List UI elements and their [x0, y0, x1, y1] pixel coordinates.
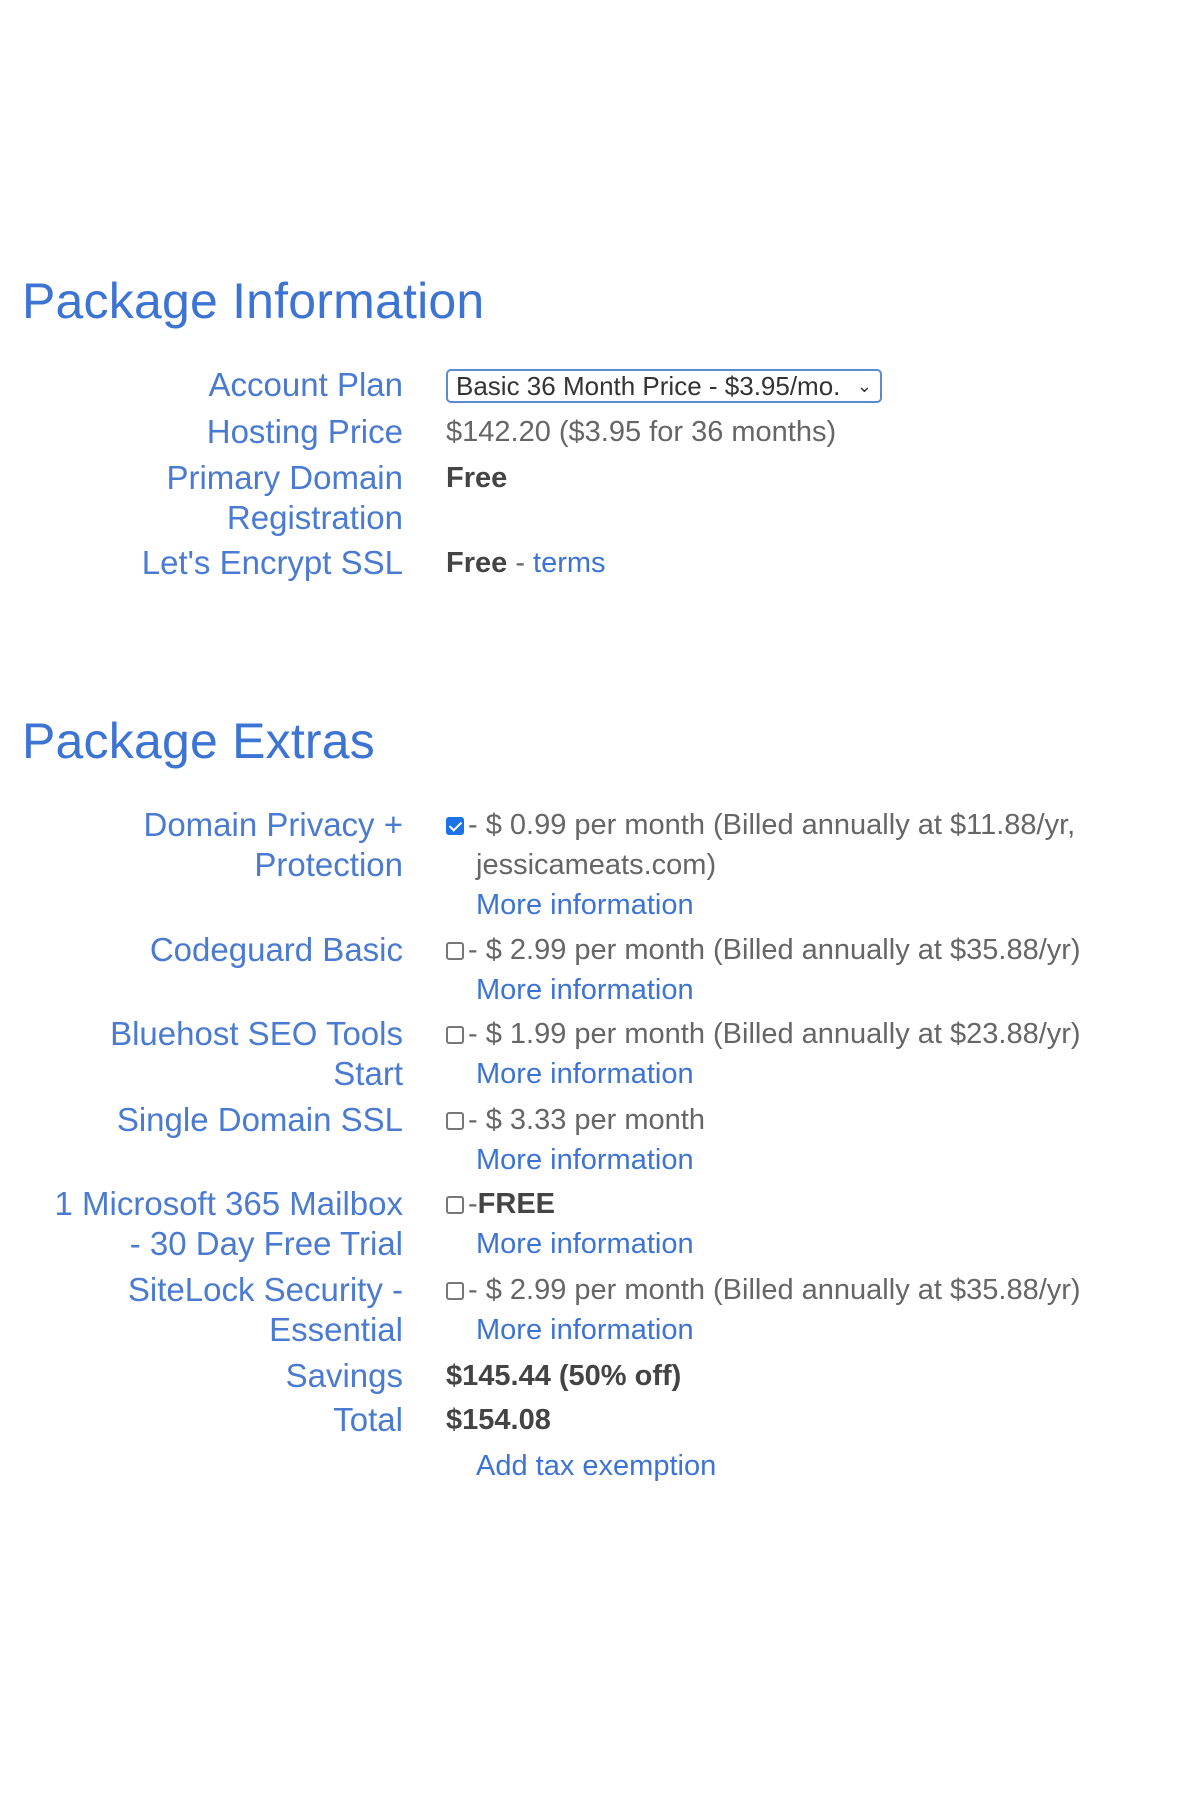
chevron-down-icon: ⌄ [856, 376, 872, 396]
seo-tools-more-link[interactable]: More information [476, 1058, 694, 1090]
extra-domain-privacy: - $ 0.99 per month (Billed annually at $… [446, 805, 1075, 845]
savings-value: $145.44 (50% off) [446, 1360, 682, 1392]
ssl-value-row: Free - terms [446, 543, 606, 583]
primary-domain-label-1: Primary Domain [166, 459, 403, 496]
domain-privacy-more-link[interactable]: More information [476, 889, 694, 921]
total-value: $154.08 [446, 1404, 551, 1436]
extra-codeguard: - $ 2.99 per month (Billed annually at $… [446, 930, 1081, 970]
codeguard-checkbox[interactable] [446, 942, 464, 960]
extra-label-m365-1: 1 Microsoft 365 Mailbox [54, 1185, 403, 1222]
extra-label-seo-tools-2: Start [333, 1055, 403, 1092]
account-plan-selected: Basic 36 Month Price - $3.95/mo. [456, 371, 841, 401]
extra-label-seo-tools-1: Bluehost SEO Tools [110, 1015, 403, 1052]
extra-label-single-ssl: Single Domain SSL [116, 1101, 403, 1138]
sitelock-more-link[interactable]: More information [476, 1314, 694, 1346]
package-extras-heading: Package Extras [22, 713, 375, 769]
package-information-heading: Package Information [22, 273, 485, 329]
add-tax-exemption-link[interactable]: Add tax exemption [476, 1450, 716, 1482]
single-ssl-checkbox[interactable] [446, 1112, 464, 1130]
extra-label-domain-privacy-1: Domain Privacy + [143, 806, 403, 843]
savings-label: Savings [285, 1357, 403, 1394]
codeguard-price: - $ 2.99 per month (Billed annually at $… [468, 934, 1081, 966]
single-ssl-price: - $ 3.33 per month [468, 1104, 705, 1136]
ssl-terms-link[interactable]: terms [533, 547, 606, 579]
m365-checkbox[interactable] [446, 1196, 464, 1214]
extra-m365: -FREE [446, 1184, 555, 1224]
primary-domain-label-2: Registration [226, 499, 403, 536]
domain-privacy-price: - $ 0.99 per month (Billed annually at $… [468, 809, 1076, 841]
domain-privacy-checkbox[interactable] [446, 817, 464, 835]
single-ssl-more-link[interactable]: More information [476, 1144, 694, 1176]
total-label: Total [333, 1401, 403, 1438]
seo-tools-price: - $ 1.99 per month (Billed annually at $… [468, 1018, 1081, 1050]
hosting-price-value: $142.20 ($3.95 for 36 months) [446, 416, 837, 448]
extra-label-codeguard: Codeguard Basic [149, 931, 403, 968]
codeguard-more-link[interactable]: More information [476, 974, 694, 1006]
sitelock-checkbox[interactable] [446, 1282, 464, 1300]
extra-label-m365-2: - 30 Day Free Trial [129, 1225, 403, 1262]
account-plan-label: Account Plan [208, 366, 403, 403]
sitelock-price: - $ 2.99 per month (Billed annually at $… [468, 1274, 1081, 1306]
ssl-separator: - [507, 547, 534, 579]
seo-tools-checkbox[interactable] [446, 1026, 464, 1044]
extra-label-sitelock-1: SiteLock Security - [127, 1271, 403, 1308]
m365-more-link[interactable]: More information [476, 1228, 694, 1260]
m365-price-prefix: - [468, 1188, 478, 1220]
ssl-label: Let's Encrypt SSL [141, 544, 403, 581]
extra-single-ssl: - $ 3.33 per month [446, 1100, 705, 1140]
primary-domain-value: Free [446, 462, 508, 494]
hosting-price-label: Hosting Price [206, 413, 403, 450]
extra-sitelock: - $ 2.99 per month (Billed annually at $… [446, 1270, 1081, 1310]
extra-seo-tools: - $ 1.99 per month (Billed annually at $… [446, 1014, 1081, 1054]
extra-label-domain-privacy-2: Protection [254, 846, 403, 883]
extra-label-sitelock-2: Essential [269, 1311, 403, 1348]
account-plan-select[interactable]: Basic 36 Month Price - $3.95/mo. ⌄ [446, 369, 882, 403]
m365-price-free: FREE [477, 1188, 556, 1220]
domain-privacy-domain: jessicameats.com) [476, 849, 717, 881]
ssl-value: Free [446, 547, 508, 579]
